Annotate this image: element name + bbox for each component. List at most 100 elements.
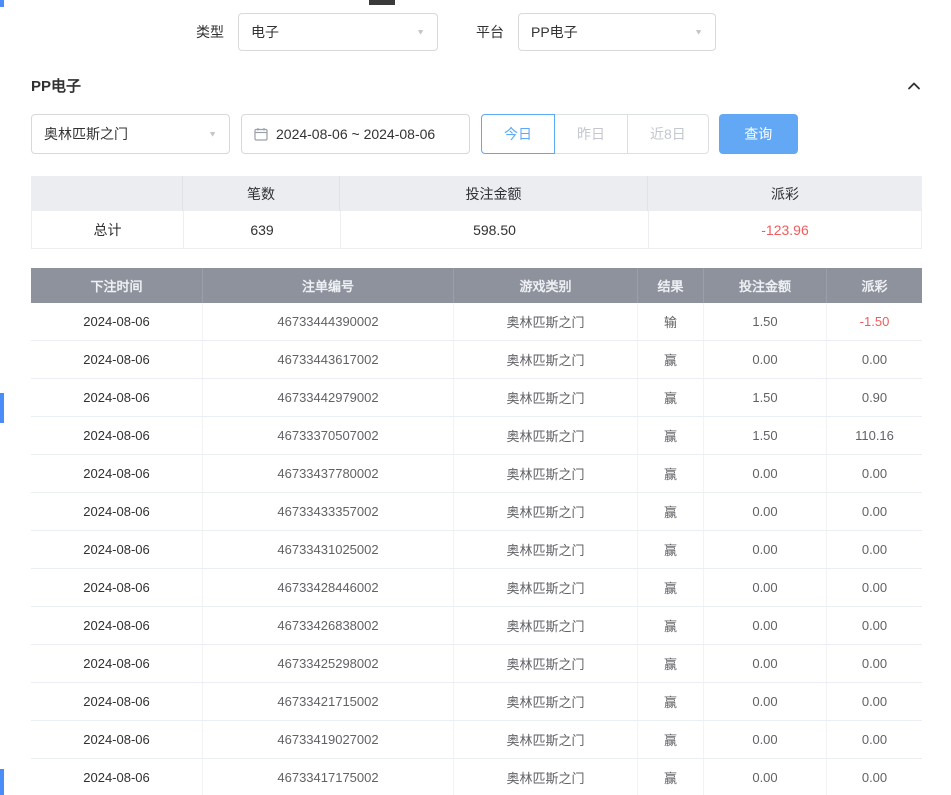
top-edge-fragment [369, 0, 395, 5]
cell-bet-time: 2024-08-06 [31, 417, 203, 454]
summary-table: 笔数 投注金额 派彩 总计 639 598.50 -123.96 [31, 176, 922, 249]
summary-total-bet-amount: 598.50 [341, 211, 649, 248]
top-filter-row: 类型 电子 ▼ 平台 PP电子 ▼ [196, 12, 951, 52]
cell-order-id: 46733370507002 [203, 417, 454, 454]
cell-bet-amount: 1.50 [704, 303, 827, 340]
table-row: 2024-08-0646733419027002奥林匹斯之门赢0.000.00 [31, 721, 922, 759]
cell-order-id: 46733443617002 [203, 341, 454, 378]
type-select[interactable]: 电子 ▼ [238, 13, 438, 51]
cell-result: 赢 [638, 759, 704, 795]
cell-game-category: 奥林匹斯之门 [454, 683, 638, 720]
search-button[interactable]: 查询 [719, 114, 798, 154]
cell-payout: 0.00 [827, 455, 922, 492]
table-row: 2024-08-0646733425298002奥林匹斯之门赢0.000.00 [31, 645, 922, 683]
table-row: 2024-08-0646733433357002奥林匹斯之门赢0.000.00 [31, 493, 922, 531]
cell-result: 赢 [638, 341, 704, 378]
header-game-category: 游戏类别 [454, 268, 638, 303]
cell-bet-amount: 0.00 [704, 569, 827, 606]
bet-table-body: 2024-08-0646733444390002奥林匹斯之门输1.50-1.50… [31, 303, 922, 795]
cell-payout: 0.00 [827, 645, 922, 682]
table-row: 2024-08-0646733431025002奥林匹斯之门赢0.000.00 [31, 531, 922, 569]
cell-bet-amount: 0.00 [704, 721, 827, 758]
cell-game-category: 奥林匹斯之门 [454, 645, 638, 682]
cell-result: 赢 [638, 531, 704, 568]
cell-result: 赢 [638, 417, 704, 454]
cell-order-id: 46733417175002 [203, 759, 454, 795]
cell-payout: 0.00 [827, 607, 922, 644]
cell-order-id: 46733442979002 [203, 379, 454, 416]
table-row: 2024-08-0646733444390002奥林匹斯之门输1.50-1.50 [31, 303, 922, 341]
cell-game-category: 奥林匹斯之门 [454, 531, 638, 568]
cell-payout: 0.00 [827, 683, 922, 720]
type-label: 类型 [196, 22, 224, 42]
cell-payout: 0.00 [827, 493, 922, 530]
platform-select[interactable]: PP电子 ▼ [518, 13, 716, 51]
yesterday-button[interactable]: 昨日 [554, 114, 628, 154]
cell-game-category: 奥林匹斯之门 [454, 721, 638, 758]
summary-total-row: 总计 639 598.50 -123.96 [31, 211, 922, 249]
left-edge-indicator [0, 393, 4, 423]
bet-records-table: 下注时间 注单编号 游戏类别 结果 投注金额 派彩 2024-08-064673… [31, 268, 922, 795]
summary-header-payout: 派彩 [648, 176, 922, 211]
cell-result: 输 [638, 303, 704, 340]
table-row: 2024-08-0646733421715002奥林匹斯之门赢0.000.00 [31, 683, 922, 721]
cell-game-category: 奥林匹斯之门 [454, 303, 638, 340]
summary-total-label: 总计 [32, 211, 184, 248]
table-row: 2024-08-0646733370507002奥林匹斯之门赢1.50110.1… [31, 417, 922, 455]
header-bet-time: 下注时间 [31, 268, 203, 303]
today-button[interactable]: 今日 [481, 114, 555, 154]
section-title: PP电子 [31, 75, 81, 96]
cell-game-category: 奥林匹斯之门 [454, 379, 638, 416]
collapse-section-button[interactable] [906, 78, 922, 94]
cell-order-id: 46733428446002 [203, 569, 454, 606]
table-row: 2024-08-0646733437780002奥林匹斯之门赢0.000.00 [31, 455, 922, 493]
cell-payout: 0.90 [827, 379, 922, 416]
cell-payout: 0.00 [827, 721, 922, 758]
cell-payout: 0.00 [827, 341, 922, 378]
cell-bet-time: 2024-08-06 [31, 455, 203, 492]
cell-order-id: 46733444390002 [203, 303, 454, 340]
cell-bet-time: 2024-08-06 [31, 493, 203, 530]
cell-bet-amount: 0.00 [704, 455, 827, 492]
table-row: 2024-08-0646733417175002奥林匹斯之门赢0.000.00 [31, 759, 922, 795]
cell-bet-time: 2024-08-06 [31, 303, 203, 340]
header-bet-amount: 投注金额 [704, 268, 827, 303]
cell-order-id: 46733433357002 [203, 493, 454, 530]
cell-game-category: 奥林匹斯之门 [454, 569, 638, 606]
platform-label: 平台 [476, 22, 504, 42]
game-select[interactable]: 奥林匹斯之门 ▼ [31, 114, 230, 154]
section-header: PP电子 [31, 75, 922, 96]
cell-bet-time: 2024-08-06 [31, 645, 203, 682]
header-payout: 派彩 [827, 268, 922, 303]
platform-select-value: PP电子 [531, 22, 578, 42]
summary-header-count: 笔数 [183, 176, 340, 211]
last-8-days-button[interactable]: 近8日 [627, 114, 709, 154]
cell-result: 赢 [638, 379, 704, 416]
date-range-input[interactable]: 2024-08-06 ~ 2024-08-06 [241, 114, 470, 154]
summary-header-blank [31, 176, 183, 211]
cell-bet-amount: 0.00 [704, 683, 827, 720]
cell-game-category: 奥林匹斯之门 [454, 417, 638, 454]
cell-result: 赢 [638, 493, 704, 530]
table-row: 2024-08-0646733443617002奥林匹斯之门赢0.000.00 [31, 341, 922, 379]
cell-game-category: 奥林匹斯之门 [454, 759, 638, 795]
cell-bet-time: 2024-08-06 [31, 683, 203, 720]
cell-order-id: 46733431025002 [203, 531, 454, 568]
cell-payout: 110.16 [827, 417, 922, 454]
header-order-id: 注单编号 [203, 268, 454, 303]
calendar-icon [254, 127, 268, 141]
cell-order-id: 46733437780002 [203, 455, 454, 492]
cell-bet-time: 2024-08-06 [31, 569, 203, 606]
cell-bet-amount: 0.00 [704, 607, 827, 644]
chevron-down-icon: ▼ [694, 28, 703, 37]
bet-table-header: 下注时间 注单编号 游戏类别 结果 投注金额 派彩 [31, 268, 922, 303]
cell-bet-amount: 0.00 [704, 759, 827, 795]
betting-records-page: 类型 电子 ▼ 平台 PP电子 ▼ PP电子 奥林匹斯之门 ▼ [0, 0, 951, 795]
chevron-down-icon: ▼ [208, 130, 217, 139]
cell-bet-amount: 1.50 [704, 379, 827, 416]
table-row: 2024-08-0646733426838002奥林匹斯之门赢0.000.00 [31, 607, 922, 645]
game-select-value: 奥林匹斯之门 [44, 124, 128, 144]
cell-bet-time: 2024-08-06 [31, 759, 203, 795]
type-select-value: 电子 [251, 22, 279, 42]
cell-bet-time: 2024-08-06 [31, 607, 203, 644]
